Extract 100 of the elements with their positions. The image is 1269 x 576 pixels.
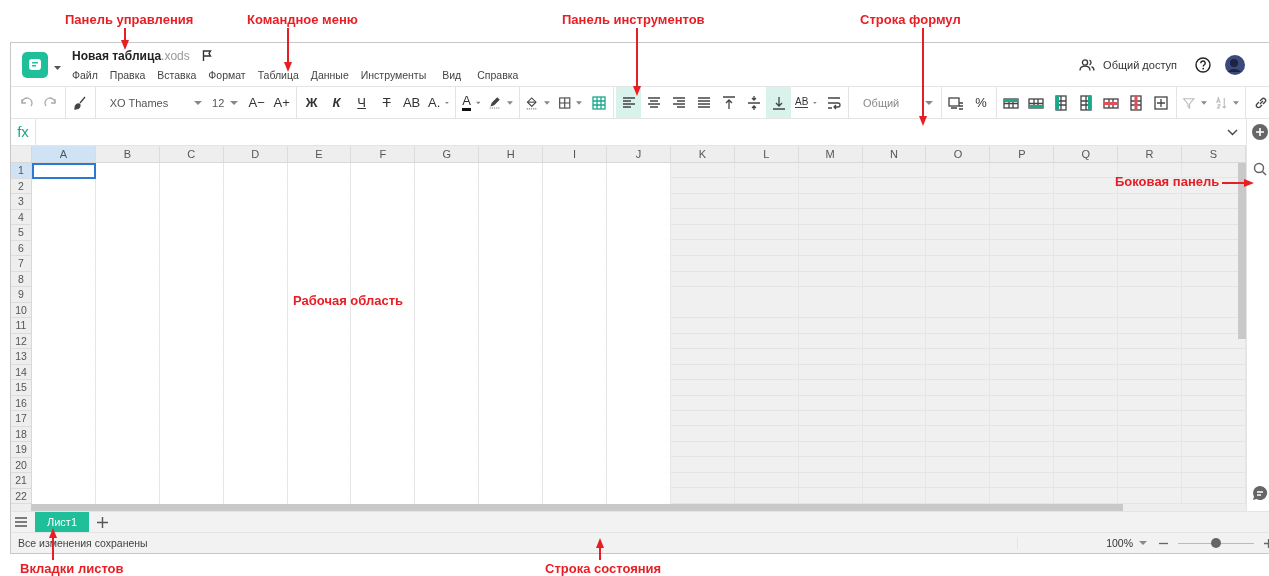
add-icon[interactable] <box>97 516 109 528</box>
row-header[interactable]: 1 <box>11 163 31 179</box>
menu-icon[interactable] <box>15 517 27 527</box>
annotation-label: Панель инструментов <box>562 13 705 27</box>
row-header[interactable]: 7 <box>11 256 31 272</box>
row-header[interactable]: 11 <box>11 318 31 334</box>
column-header[interactable]: M <box>798 146 863 162</box>
row-header[interactable]: 17 <box>11 411 31 427</box>
caret-icon[interactable] <box>506 100 513 105</box>
row-header[interactable]: 6 <box>11 240 31 256</box>
caret-icon[interactable] <box>576 100 583 105</box>
column-header[interactable]: D <box>223 146 288 162</box>
annotation-label: Вкладки листов <box>20 562 124 576</box>
format-button[interactable]: Т <box>374 87 400 118</box>
column-header[interactable]: H <box>479 146 544 162</box>
scrollbar-thumb[interactable] <box>1238 163 1246 339</box>
caret-icon[interactable] <box>475 100 481 105</box>
format-button[interactable]: А. <box>424 87 454 118</box>
dropdown[interactable]: XO Thames <box>97 87 209 118</box>
chat-icon[interactable] <box>1252 485 1268 501</box>
column-header[interactable]: G <box>415 146 480 162</box>
annotation-arrow <box>283 28 293 72</box>
format-button[interactable]: А <box>458 87 485 118</box>
column-header[interactable]: E <box>287 146 352 162</box>
format-button[interactable]: A− <box>244 87 270 118</box>
caret-icon[interactable] <box>230 100 239 105</box>
format-button[interactable]: AB <box>791 87 822 118</box>
align-bottom-icon <box>770 94 787 111</box>
row-header[interactable]: 19 <box>11 442 31 458</box>
row-header[interactable]: 8 <box>11 271 31 287</box>
format-button[interactable]: Ж <box>299 87 325 118</box>
menu-item[interactable]: Инструменты <box>360 68 427 81</box>
column-header[interactable]: Q <box>1054 146 1119 162</box>
row-header[interactable]: 2 <box>11 178 31 194</box>
column-header[interactable]: K <box>670 146 735 162</box>
row-header[interactable]: 20 <box>11 457 31 473</box>
menu-item[interactable]: Вставка <box>157 68 197 81</box>
menu-item[interactable]: Формат <box>208 68 246 81</box>
row-header[interactable]: 10 <box>11 302 31 318</box>
caret-icon[interactable] <box>194 100 203 105</box>
row-header[interactable]: 16 <box>11 395 31 411</box>
column-header[interactable]: J <box>607 146 671 162</box>
active-cell[interactable] <box>32 163 96 179</box>
caret-icon[interactable] <box>1233 100 1240 105</box>
column-header[interactable]: C <box>159 146 224 162</box>
row-header[interactable]: 3 <box>11 194 31 210</box>
borders-icon <box>557 94 572 111</box>
row-header[interactable]: 13 <box>11 349 31 365</box>
people-icon <box>1079 58 1096 71</box>
column-header[interactable]: N <box>862 146 927 162</box>
help-icon[interactable] <box>1195 56 1211 73</box>
column-header[interactable]: I <box>543 146 607 162</box>
caret-icon[interactable] <box>1139 541 1147 545</box>
menu-item[interactable]: Файл <box>72 68 98 81</box>
caret-icon[interactable] <box>924 100 933 105</box>
row-header[interactable]: 21 <box>11 473 31 489</box>
annotation-label: Строка состояния <box>545 562 662 576</box>
column-header[interactable]: R <box>1118 146 1183 162</box>
search-icon[interactable] <box>1253 162 1267 176</box>
add-icon[interactable] <box>1252 124 1268 140</box>
caret-icon[interactable] <box>813 100 818 105</box>
format-button[interactable]: АВ <box>399 87 425 118</box>
format-button[interactable]: Ч <box>349 87 375 118</box>
row-header[interactable]: 14 <box>11 364 31 380</box>
column-header[interactable]: F <box>351 146 416 162</box>
chevron-down-icon[interactable] <box>1227 128 1238 136</box>
caret-icon[interactable] <box>54 65 61 70</box>
menu-item[interactable]: Вид <box>442 68 462 81</box>
menu-item[interactable]: Правка <box>109 68 146 81</box>
format-button[interactable]: К <box>324 87 350 118</box>
column-header[interactable]: P <box>990 146 1055 162</box>
row-header[interactable]: 15 <box>11 380 31 396</box>
row-header[interactable]: 18 <box>11 426 31 442</box>
format-button[interactable]: % <box>968 87 994 118</box>
column-header[interactable]: A <box>32 146 96 162</box>
flag-icon[interactable] <box>201 50 212 61</box>
share-button[interactable]: Общий доступ <box>1075 56 1181 73</box>
row-header[interactable]: 4 <box>11 209 31 225</box>
toolbar-button[interactable] <box>766 87 792 118</box>
column-header[interactable]: S <box>1182 146 1246 162</box>
caret-icon[interactable] <box>445 100 450 105</box>
caret-icon[interactable] <box>543 100 550 105</box>
menu-item[interactable]: Данные <box>310 68 349 81</box>
annotation-arrow <box>595 538 605 560</box>
avatar-icon[interactable] <box>1225 54 1245 75</box>
menu-item[interactable]: Таблица <box>257 68 299 81</box>
zoom-dropdown[interactable]: 100% <box>1017 537 1151 549</box>
row-header[interactable]: 12 <box>11 333 31 349</box>
column-header[interactable]: O <box>926 146 991 162</box>
format-button[interactable]: A+ <box>269 87 295 118</box>
column-header[interactable]: B <box>95 146 160 162</box>
row-header[interactable]: 5 <box>11 225 31 241</box>
column-header[interactable]: L <box>734 146 799 162</box>
dropdown[interactable]: 12 <box>208 87 245 118</box>
toolbar-button[interactable] <box>616 87 642 118</box>
menu-item[interactable]: Справка <box>477 68 519 81</box>
dropdown[interactable]: Общий <box>851 87 939 118</box>
grid-icon <box>590 94 607 111</box>
caret-icon[interactable] <box>1200 100 1207 105</box>
row-header[interactable]: 9 <box>11 287 31 303</box>
